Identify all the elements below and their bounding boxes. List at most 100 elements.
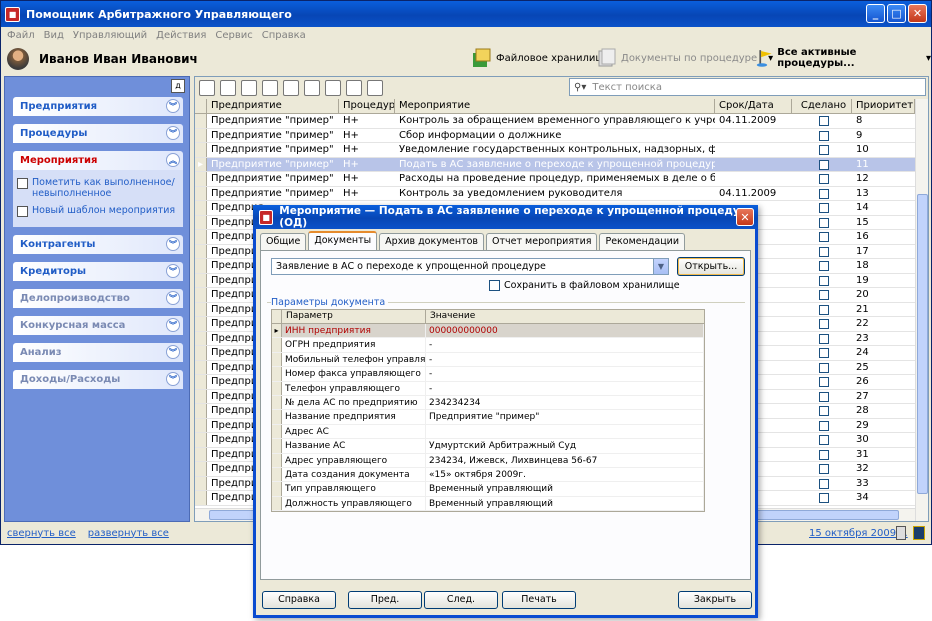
param-value[interactable]: Временный управляющий — [426, 496, 704, 511]
close-dialog-button[interactable]: Закрыть — [678, 591, 752, 609]
param-value[interactable]: «15» октября 2009г. — [426, 467, 704, 482]
done-checkbox[interactable] — [819, 116, 829, 126]
tab-documents[interactable]: Документы — [308, 231, 378, 250]
search-input[interactable]: ⚲▾ Текст поиска — [569, 78, 926, 96]
refresh-icon[interactable] — [346, 80, 362, 96]
param-value[interactable]: - — [426, 338, 704, 352]
export-icon[interactable] — [325, 80, 341, 96]
done-checkbox[interactable] — [819, 449, 829, 460]
next-button[interactable]: След. — [424, 591, 498, 609]
chevron-down-icon[interactable]: ▼ — [653, 259, 668, 274]
col-priority[interactable]: Приоритет — [852, 99, 915, 113]
chevron-down-icon[interactable]: ︾ — [166, 291, 180, 305]
sidebar-item-bankruptcy-estate[interactable]: Конкурсная масса ︾ — [13, 316, 183, 335]
done-checkbox[interactable] — [819, 464, 829, 474]
collapse-all-link[interactable]: свернуть все — [7, 528, 76, 539]
open-document-button[interactable]: Открыть... — [677, 257, 745, 276]
done-checkbox[interactable] — [819, 435, 829, 445]
param-row[interactable]: Телефон управляющего - — [272, 381, 704, 396]
done-checkbox[interactable] — [819, 420, 829, 431]
done-checkbox[interactable] — [819, 478, 829, 489]
col-procedure[interactable]: Процедура — [339, 99, 395, 113]
param-row[interactable]: ▸ ИНН предприятия 000000000000 — [272, 324, 704, 339]
menu-service[interactable]: Сервис — [215, 30, 252, 41]
expand-all-link[interactable]: развернуть все — [88, 528, 169, 539]
chevron-down-icon[interactable]: ︾ — [166, 126, 180, 140]
done-checkbox[interactable] — [819, 493, 829, 503]
sidebar-item-counterparties[interactable]: Контрагенты ︾ — [13, 235, 183, 254]
chevron-down-icon[interactable]: ︾ — [166, 99, 180, 113]
done-checkbox[interactable] — [819, 203, 829, 213]
tab-documents-archive[interactable]: Архив документов — [379, 233, 485, 250]
done-checkbox[interactable] — [819, 145, 829, 155]
col-event[interactable]: Мероприятие — [395, 99, 715, 113]
document-select[interactable]: Заявление в АС о переходе к упрощенной п… — [271, 258, 669, 275]
active-procedures-button[interactable]: Все активные процедуры... ▾ — [755, 47, 931, 69]
param-row[interactable]: ОГРН предприятия - — [272, 338, 704, 353]
table-row[interactable]: Предприятие "пример" Н+ Сбор информации о … — [195, 128, 915, 143]
open-icon[interactable] — [199, 80, 215, 96]
chevron-down-icon[interactable]: ︾ — [166, 345, 180, 359]
columns-icon[interactable] — [367, 80, 383, 96]
done-checkbox[interactable] — [819, 290, 829, 300]
tab-event-report[interactable]: Отчет мероприятия — [486, 233, 598, 250]
param-value[interactable]: - — [426, 381, 704, 395]
done-checkbox[interactable] — [819, 406, 829, 416]
done-checkbox[interactable] — [819, 362, 829, 373]
param-row[interactable]: Адрес АС — [272, 424, 704, 440]
param-value[interactable]: Предприятие "пример" — [426, 410, 704, 424]
chevron-up-icon[interactable]: ︽ — [166, 153, 180, 167]
sidebar-item-analysis[interactable]: Анализ ︾ — [13, 343, 183, 362]
done-checkbox[interactable] — [819, 188, 829, 199]
minimize-button[interactable]: _ — [866, 4, 885, 23]
done-checkbox[interactable] — [819, 333, 829, 344]
table-row[interactable]: Предприятие "пример" Н+ Контроль за уведом… — [195, 186, 915, 201]
maximize-button[interactable]: □ — [887, 4, 906, 23]
calculator-icon[interactable] — [896, 526, 906, 540]
menu-manager[interactable]: Управляющий — [73, 30, 147, 41]
table-row[interactable]: Предприятие "пример" Н+ Контроль за обраще… — [195, 114, 915, 129]
close-button[interactable]: ✕ — [908, 4, 927, 23]
param-row[interactable]: Номер факса управляющего - — [272, 367, 704, 382]
done-checkbox[interactable] — [819, 232, 829, 242]
col-deadline[interactable]: Срок/Дата — [715, 99, 792, 113]
prev-button[interactable]: Пред. — [348, 591, 422, 609]
done-checkbox[interactable] — [819, 319, 829, 329]
scroll-thumb[interactable] — [917, 194, 928, 494]
mark-done-task[interactable]: Пометить как выполненное/невыполненное — [17, 177, 183, 199]
param-row[interactable]: Название предприятия Предприятие "пример" — [272, 410, 704, 425]
print-icon[interactable] — [304, 80, 320, 96]
param-value[interactable]: - — [426, 367, 704, 381]
table-row[interactable]: ▸ Предприятие "пример" Н+ Подать в АС заявл… — [195, 157, 915, 172]
param-row[interactable]: Тип управляющего Временный управляющий — [272, 482, 704, 497]
tab-general[interactable]: Общие — [260, 233, 307, 250]
print-button[interactable]: Печать — [502, 591, 576, 609]
sidebar-item-procedures[interactable]: Процедуры ︾ — [13, 124, 183, 143]
menu-view[interactable]: Вид — [44, 30, 64, 41]
sidebar-item-creditors[interactable]: Кредиторы ︾ — [13, 262, 183, 281]
vertical-scrollbar[interactable] — [915, 99, 928, 521]
param-row[interactable]: Мобильный телефон управляющ - — [272, 352, 704, 368]
edit-icon[interactable] — [241, 80, 257, 96]
status-date[interactable]: 15 октября 2009 г. — [809, 528, 908, 539]
done-checkbox[interactable] — [819, 159, 829, 170]
delete-icon[interactable] — [220, 80, 236, 96]
file-storage-button[interactable]: Файловое хранилище — [471, 47, 611, 69]
col-company[interactable]: Предприятие — [207, 99, 339, 113]
sidebar-item-income-expenses[interactable]: Доходы/Расходы ︾ — [13, 370, 183, 389]
menu-actions[interactable]: Действия — [156, 30, 206, 41]
done-checkbox[interactable] — [819, 391, 829, 402]
param-row[interactable]: Название АС Удмуртский Арбитражный Суд — [272, 439, 704, 454]
help-button[interactable]: Справка — [262, 591, 336, 609]
col-done[interactable]: Сделано — [792, 99, 852, 113]
param-value[interactable]: 234234, Ижевск, Лихвинцева 56-67 — [426, 453, 704, 467]
param-row[interactable]: Дата создания документа «15» октября 2009… — [272, 467, 704, 483]
param-row[interactable]: № дела АС по предприятию 234234234 — [272, 395, 704, 411]
sidebar-item-companies[interactable]: Предприятия ︾ — [13, 97, 183, 116]
done-checkbox[interactable] — [819, 217, 829, 228]
done-checkbox[interactable] — [819, 275, 829, 286]
done-checkbox[interactable] — [819, 174, 829, 184]
edit-all-icon[interactable] — [262, 80, 278, 96]
param-value[interactable]: - — [426, 352, 704, 367]
done-checkbox[interactable] — [819, 304, 829, 315]
